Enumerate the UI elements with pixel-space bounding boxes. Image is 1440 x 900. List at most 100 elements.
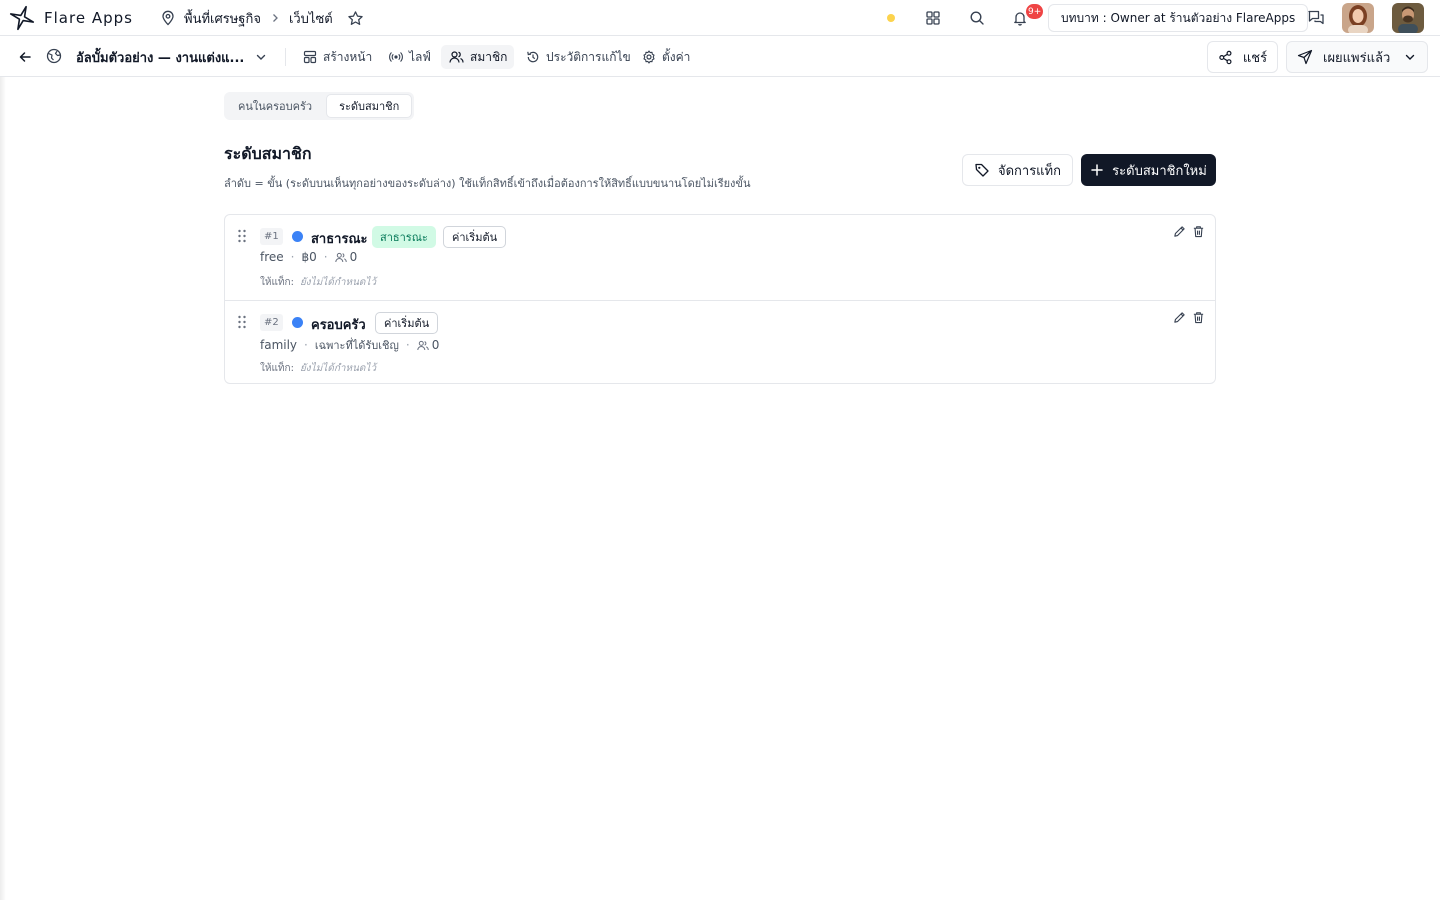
tab-history[interactable]: ประวัติการแก้ไข xyxy=(518,45,639,69)
globe-icon xyxy=(45,47,63,65)
drag-handle-icon[interactable] xyxy=(237,229,247,243)
publish-label: เผยแพร่แล้ว xyxy=(1323,50,1391,66)
avatar[interactable] xyxy=(1392,3,1424,33)
new-tier-button[interactable]: ระดับสมาชิกใหม่ xyxy=(1081,154,1216,186)
search-icon[interactable] xyxy=(963,4,991,32)
tag-icon xyxy=(974,162,990,178)
row-actions xyxy=(1173,311,1205,324)
tab-members[interactable]: สมาชิก xyxy=(441,45,514,69)
tier-access: เฉพาะที่ได้รับเชิญ xyxy=(314,339,399,352)
tier-members: 0 xyxy=(417,338,440,352)
tier-color-dot xyxy=(292,231,303,242)
avatar[interactable] xyxy=(1342,3,1374,33)
gear-icon xyxy=(642,50,656,64)
brand[interactable]: Flare Apps xyxy=(8,4,133,32)
history-icon xyxy=(526,50,540,64)
chat-icon[interactable] xyxy=(1302,4,1330,32)
tab-label: สร้างหน้า xyxy=(323,49,373,64)
tab-label: ประวัติการแก้ไข xyxy=(546,49,631,64)
new-tier-label: ระดับสมาชิกใหม่ xyxy=(1112,163,1207,179)
live-icon xyxy=(389,50,403,64)
tier-name: ครอบครัว xyxy=(311,318,366,333)
share-icon xyxy=(1218,50,1233,65)
apps-grid-icon[interactable] xyxy=(919,4,947,32)
role-selector[interactable]: บทบาท : Owner at ร้านตัวอย่าง FlareApps xyxy=(1048,4,1309,32)
breadcrumb-workspace[interactable]: พื้นที่เศรษฐกิจ xyxy=(184,8,261,29)
users-icon xyxy=(417,340,429,351)
share-button[interactable]: แชร์ xyxy=(1207,41,1278,73)
location-pin-icon xyxy=(160,10,176,26)
project-toolbar: อัลบั้มตัวอย่าง — งานแต่งแ... สร้างหน้า … xyxy=(0,37,1440,77)
tags-label: ให้แท็ก: xyxy=(260,363,294,374)
chevron-down-icon[interactable] xyxy=(254,50,268,64)
tier-rank: #2 xyxy=(260,314,283,331)
users-icon xyxy=(334,252,347,263)
tab-label: สมาชิก xyxy=(470,49,508,64)
edit-pencil-icon[interactable] xyxy=(1173,311,1186,324)
star-icon[interactable] xyxy=(347,10,364,27)
status-indicator xyxy=(887,14,895,22)
breadcrumb: พื้นที่เศรษฐกิจ เว็บไซต์ xyxy=(160,6,364,30)
separator: · xyxy=(290,250,295,264)
chevron-down-icon xyxy=(1403,50,1417,64)
tier-price: ฿0 xyxy=(301,250,317,264)
edit-pencil-icon[interactable] xyxy=(1173,225,1186,238)
list-item: #1 สาธารณะ สาธารณะ ค่าเริ่มต้น free · ฿0… xyxy=(225,215,1215,300)
top-bar: Flare Apps พื้นที่เศรษฐกิจ เว็บไซต์ 9+ บ… xyxy=(0,0,1440,36)
users-icon xyxy=(449,50,464,64)
tier-color-dot xyxy=(292,317,303,328)
chevron-right-icon xyxy=(269,12,281,24)
tier-name: สาธารณะ xyxy=(311,232,368,247)
separator: · xyxy=(405,338,410,352)
tier-meta: free · ฿0 · 0 xyxy=(260,250,357,264)
manage-tags-label: จัดการแท็ก xyxy=(997,163,1062,179)
tier-tags: ให้แท็ก: ยังไม่ได้กำหนดไว้ xyxy=(260,361,376,376)
app-name: Flare Apps xyxy=(44,9,133,27)
tier-key: free xyxy=(260,250,284,264)
tier-key: family xyxy=(260,338,298,352)
separator: · xyxy=(323,250,328,264)
trash-icon[interactable] xyxy=(1192,225,1205,238)
divider xyxy=(285,48,286,66)
tab-page-builder[interactable]: สร้างหน้า xyxy=(295,45,380,69)
segment-member-tiers[interactable]: ระดับสมาชิก xyxy=(326,94,413,118)
manage-tags-button[interactable]: จัดการแท็ก xyxy=(962,154,1073,186)
sidebar-edge xyxy=(0,77,6,900)
page-title: ระดับสมาชิก xyxy=(224,144,312,163)
trash-icon[interactable] xyxy=(1192,311,1205,324)
list-item: #2 ครอบครัว ค่าเริ่มต้น family · เฉพาะที… xyxy=(225,300,1215,383)
row-actions xyxy=(1173,225,1205,238)
tags-label: ให้แท็ก: xyxy=(260,277,294,288)
member-count: 0 xyxy=(431,338,440,352)
tags-value: ยังไม่ได้กำหนดไว้ xyxy=(299,363,377,374)
public-badge: สาธารณะ xyxy=(372,226,436,248)
page-description: ลำดับ = ขั้น (ระดับบนเห็นทุกอย่างของระดั… xyxy=(224,177,751,190)
layout-icon xyxy=(303,50,317,64)
drag-handle-icon[interactable] xyxy=(237,315,247,329)
member-count: 0 xyxy=(349,250,358,264)
publish-button[interactable]: เผยแพร่แล้ว xyxy=(1286,41,1428,73)
plus-icon xyxy=(1090,163,1104,177)
tier-members: 0 xyxy=(334,250,358,264)
project-title[interactable]: อัลบั้มตัวอย่าง — งานแต่งแ... xyxy=(76,47,244,68)
tier-list: #1 สาธารณะ สาธารณะ ค่าเริ่มต้น free · ฿0… xyxy=(224,214,1216,384)
send-icon xyxy=(1297,49,1313,65)
tab-label: ตั้งค่า xyxy=(662,49,691,64)
back-arrow-icon[interactable] xyxy=(14,46,36,68)
tier-tags: ให้แท็ก: ยังไม่ได้กำหนดไว้ xyxy=(260,275,376,290)
tags-value: ยังไม่ได้กำหนดไว้ xyxy=(299,277,377,288)
member-view-switch: คนในครอบครัว ระดับสมาชิก xyxy=(224,92,415,120)
tab-label: ไลฟ์ xyxy=(409,49,431,64)
separator: · xyxy=(304,338,308,352)
notification-badge: 9+ xyxy=(1026,4,1044,19)
default-badge: ค่าเริ่มต้น xyxy=(443,226,507,248)
tab-live[interactable]: ไลฟ์ xyxy=(381,45,439,69)
tab-settings[interactable]: ตั้งค่า xyxy=(634,45,698,69)
share-label: แชร์ xyxy=(1242,50,1268,66)
default-badge: ค่าเริ่มต้น xyxy=(375,312,439,334)
tier-rank: #1 xyxy=(260,228,283,245)
flare-logo-icon xyxy=(8,4,36,32)
breadcrumb-section[interactable]: เว็บไซต์ xyxy=(289,8,333,29)
tier-meta: family · เฉพาะที่ได้รับเชิญ · 0 xyxy=(260,336,439,354)
segment-family-members[interactable]: คนในครอบครัว xyxy=(226,94,324,118)
